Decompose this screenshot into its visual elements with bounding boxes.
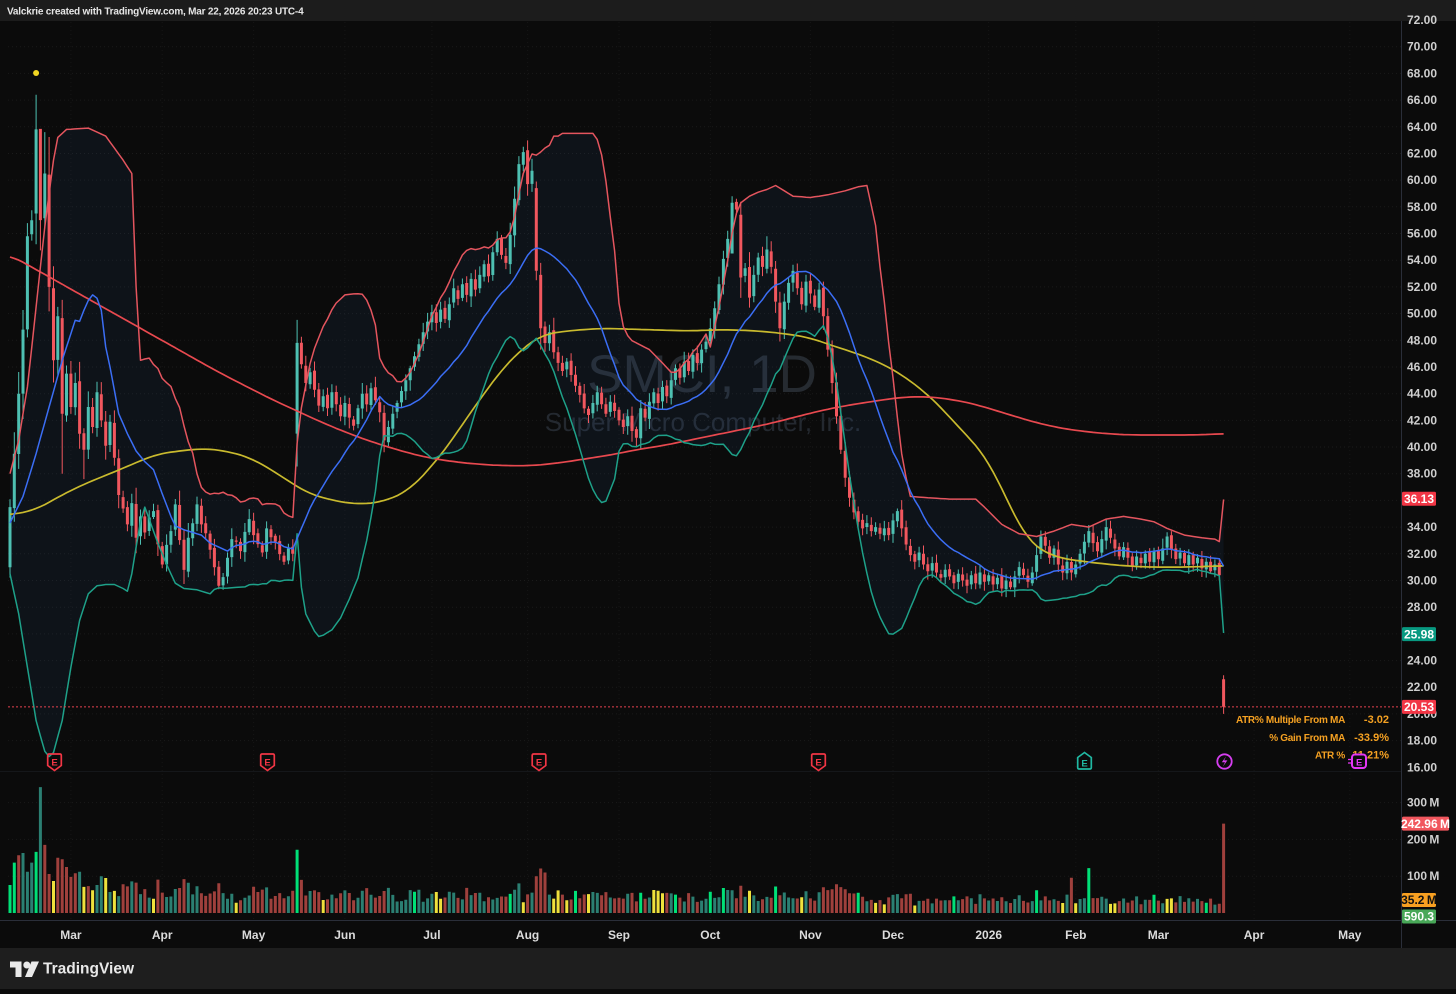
svg-text:62.00: 62.00 [1407,147,1437,161]
svg-text:60.00: 60.00 [1407,173,1437,187]
svg-text:2026: 2026 [975,928,1002,942]
svg-text:44.00: 44.00 [1407,387,1437,401]
svg-text:42.00: 42.00 [1407,413,1437,427]
svg-text:28.00: 28.00 [1407,600,1437,614]
svg-text:100 M: 100 M [1407,869,1439,883]
svg-text:Aug: Aug [516,928,539,942]
svg-text:20.53: 20.53 [1404,700,1434,714]
svg-text:E: E [51,758,57,769]
svg-text:Mar: Mar [60,928,82,942]
svg-text:46.00: 46.00 [1407,360,1437,374]
svg-text:68.00: 68.00 [1407,66,1437,80]
svg-text:May: May [1338,928,1362,942]
svg-text:35.2 M: 35.2 M [1401,893,1437,907]
svg-text:72.00: 72.00 [1407,13,1437,27]
svg-text:24.00: 24.00 [1407,654,1437,668]
svg-text:Mar: Mar [1148,928,1170,942]
svg-text:22.00: 22.00 [1407,680,1437,694]
svg-text:Dec: Dec [882,928,904,942]
svg-text:Oct: Oct [700,928,720,942]
svg-text:25.98: 25.98 [1404,627,1434,641]
svg-text:Apr: Apr [1244,928,1265,942]
svg-text:70.00: 70.00 [1407,40,1437,54]
svg-text:-3.02: -3.02 [1364,714,1389,726]
svg-text:40.00: 40.00 [1407,440,1437,454]
svg-text:% Gain From MA: % Gain From MA [1269,733,1345,744]
svg-text:38.00: 38.00 [1407,467,1437,481]
svg-text:590.3: 590.3 [1404,910,1434,924]
svg-text:30.00: 30.00 [1407,574,1437,588]
svg-text:Nov: Nov [799,928,822,942]
svg-text:242.96 M: 242.96 M [1401,817,1450,831]
svg-text:E: E [815,758,821,769]
svg-text:ATR %: ATR % [1315,751,1345,762]
svg-text:64.00: 64.00 [1407,120,1437,134]
svg-text:66.00: 66.00 [1407,93,1437,107]
svg-text:36.13: 36.13 [1404,492,1434,506]
svg-text:Jul: Jul [423,928,440,942]
svg-text:E: E [1356,757,1362,768]
svg-text:E: E [1081,759,1087,770]
svg-text:Valckrie created with TradingV: Valckrie created with TradingView.com, M… [7,7,304,18]
svg-text:May: May [242,928,266,942]
svg-text:56.00: 56.00 [1407,227,1437,241]
svg-text:ATR% Multiple From MA: ATR% Multiple From MA [1236,715,1345,726]
svg-text:-33.9%: -33.9% [1354,732,1389,744]
svg-text:18.00: 18.00 [1407,734,1437,748]
svg-text:16.00: 16.00 [1407,760,1437,774]
svg-text:300 M: 300 M [1407,796,1439,810]
svg-text:34.00: 34.00 [1407,520,1437,534]
svg-text:58.00: 58.00 [1407,200,1437,214]
svg-text:48.00: 48.00 [1407,333,1437,347]
svg-text:200 M: 200 M [1407,832,1439,846]
svg-text:Feb: Feb [1065,928,1086,942]
svg-text:Apr: Apr [152,928,173,942]
svg-text:32.00: 32.00 [1407,547,1437,561]
svg-text:54.00: 54.00 [1407,253,1437,267]
svg-text:50.00: 50.00 [1407,307,1437,321]
svg-text:TradingView: TradingView [43,961,135,978]
svg-text:E: E [536,758,542,769]
svg-text:52.00: 52.00 [1407,280,1437,294]
svg-text:Sep: Sep [608,928,630,942]
svg-text:Jun: Jun [334,928,355,942]
svg-text:E: E [264,758,270,769]
